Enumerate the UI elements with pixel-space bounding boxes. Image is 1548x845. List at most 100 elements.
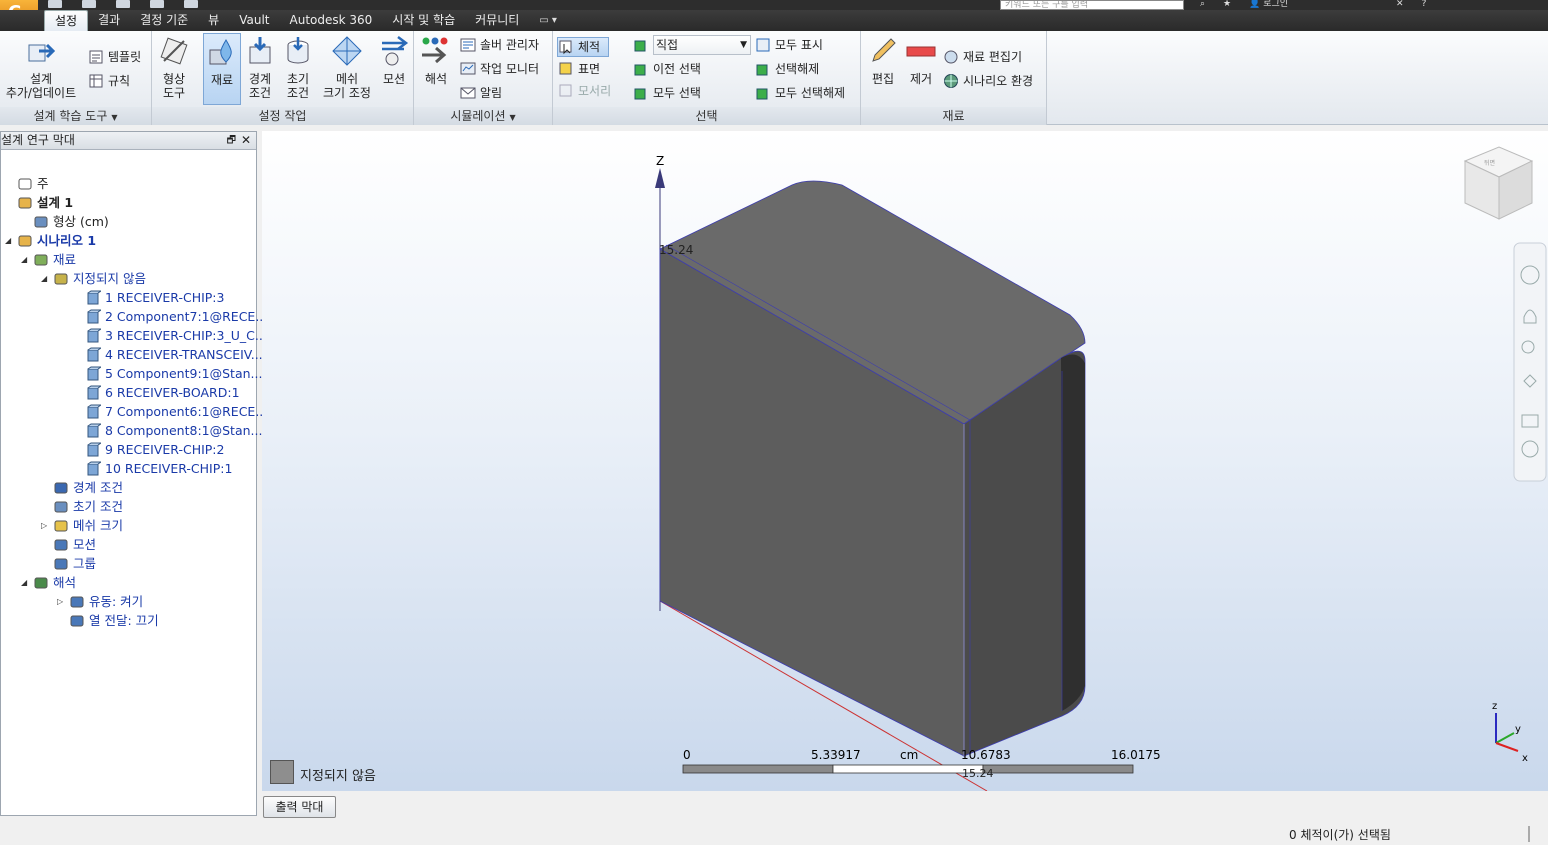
panel-title-learn[interactable]: 설계 학습 도구 ▼ xyxy=(0,107,151,125)
star-icon[interactable]: ★ xyxy=(1223,0,1231,9)
tree-node[interactable]: 1 RECEIVER-CHIP:3 xyxy=(73,288,224,307)
initial-conditions-button[interactable]: 초기 조건 xyxy=(280,33,316,100)
tree-node[interactable]: 그룹 xyxy=(41,554,96,573)
boundary-conditions-button[interactable]: 경계 조건 xyxy=(242,33,278,100)
help-icon[interactable]: ? xyxy=(1422,0,1427,9)
graphics-viewport[interactable]: Z 15.24 0 5.33917 cm 10.6783 16.0175 15.… xyxy=(262,131,1548,791)
tree-node[interactable]: 4 RECEIVER-TRANSCEIV... xyxy=(73,345,263,364)
new-icon[interactable] xyxy=(48,0,62,8)
initial-icon xyxy=(54,501,68,512)
panel-title-selection-label: 선택 xyxy=(695,109,718,123)
selection-mode-select[interactable]: 직접 ▼ xyxy=(653,35,751,55)
surface-select-icon xyxy=(559,62,572,75)
solver-manager-button[interactable]: 솔버 관리자 xyxy=(460,35,539,55)
open-icon[interactable] xyxy=(82,0,96,8)
design-study-bar: 설계 연구 막대 🗗 ✕ 주 설계 1 형상 (cm) ◢ 시나리오 1 ◢ 재료 ◢ 지정되지… xyxy=(0,131,267,816)
tree-node-label: 2 Component7:1@RECE... xyxy=(105,309,268,324)
tab-setup[interactable]: 설정 xyxy=(44,10,89,31)
help-search-input[interactable]: 키워드 또는 구를 입력 xyxy=(1000,0,1184,10)
previous-select-button[interactable]: 이전 선택 xyxy=(633,59,701,79)
edge-select-button[interactable]: 모서리 xyxy=(558,81,611,101)
tab-community[interactable]: 커뮤니티 xyxy=(465,10,529,31)
tree-node[interactable]: ▷ 메쉬 크기 xyxy=(41,516,123,535)
solve-button[interactable]: 해석 xyxy=(418,33,454,86)
notify-button[interactable]: 알림 xyxy=(460,83,502,103)
show-all-button[interactable]: 모두 표시 xyxy=(755,35,823,55)
tree-node[interactable]: 9 RECEIVER-CHIP:2 xyxy=(73,440,224,459)
scenario-icon xyxy=(18,235,32,246)
panel-title-simulation[interactable]: 시뮬레이션 ▼ xyxy=(414,107,552,125)
tree-node[interactable]: 주 xyxy=(5,174,49,193)
surface-select-button[interactable]: 표면 xyxy=(558,59,600,79)
float-window-icon[interactable]: 🗗 xyxy=(227,132,236,149)
select-all-label: 모두 선택 xyxy=(653,86,701,100)
user-login-button[interactable]: 👤 로그인 xyxy=(1249,0,1288,9)
tree-node[interactable]: ▷ 유동: 켜기 xyxy=(57,592,143,611)
collapse-icon[interactable]: ◢ xyxy=(5,231,13,250)
collapse-icon[interactable]: ◢ xyxy=(41,269,49,288)
collapse-icon[interactable]: ◢ xyxy=(21,573,29,592)
edit-material-button[interactable]: 편집 xyxy=(865,33,901,86)
tree-node[interactable]: ◢ 재료 xyxy=(21,250,76,269)
mesh-sizing-button[interactable]: 메쉬 크기 조정 xyxy=(318,33,376,100)
tab-get-started[interactable]: 시작 및 학습 xyxy=(382,10,465,31)
remove-material-button[interactable]: 제거 xyxy=(903,33,939,86)
search-icon[interactable]: ⌕ xyxy=(1200,0,1205,9)
triad-z-label: z xyxy=(1492,701,1497,712)
tab-view[interactable]: 뷰 xyxy=(198,10,229,31)
output-bar-button[interactable]: 출력 막대 xyxy=(263,796,336,818)
tree-node[interactable]: 3 RECEIVER-CHIP:3_U_C... xyxy=(73,326,267,345)
tree-node-label: 7 Component6:1@RECE... xyxy=(105,404,268,419)
material-editor-button[interactable]: 재료 편집기 xyxy=(943,47,1022,67)
motion-button[interactable]: 모션 xyxy=(376,33,412,86)
print-icon[interactable] xyxy=(184,0,198,8)
tree-node[interactable]: 열 전달: 끄기 xyxy=(57,611,159,630)
close-icon[interactable]: ✕ xyxy=(1396,0,1404,9)
tree-node[interactable]: 형상 (cm) xyxy=(21,212,109,231)
tab-results[interactable]: 결과 xyxy=(88,10,130,31)
group-icon xyxy=(54,558,68,569)
job-monitor-button[interactable]: 작업 모니터 xyxy=(460,59,539,79)
tree-node[interactable]: 2 Component7:1@RECE... xyxy=(73,307,267,326)
expand-icon[interactable]: ▷ xyxy=(41,516,49,535)
tab-decision-center[interactable]: 결정 기준 xyxy=(130,10,198,31)
tree-node[interactable]: 5 Component9:1@Stan... xyxy=(73,364,262,383)
template-button[interactable]: 템플릿 xyxy=(88,47,141,67)
tree-node[interactable]: 모션 xyxy=(41,535,96,554)
view-cube[interactable]: 뒤면 xyxy=(1463,146,1534,220)
resize-grip[interactable] xyxy=(1528,826,1530,842)
geometry-tools-button[interactable]: 형상 도구 xyxy=(154,33,194,100)
tree-node[interactable]: 경계 조건 xyxy=(41,478,123,497)
tree-node[interactable]: 10 RECEIVER-CHIP:1 xyxy=(73,459,232,478)
tree-node[interactable]: 설계 1 xyxy=(5,193,73,212)
expand-icon[interactable]: ▷ xyxy=(57,592,65,611)
model-canvas[interactable]: Z 15.24 0 5.33917 cm 10.6783 16.0175 15.… xyxy=(262,131,1548,791)
undo-icon[interactable] xyxy=(150,0,164,8)
tree-node[interactable]: 8 Component8:1@Stan... xyxy=(73,421,262,440)
ribbon-display-dropdown[interactable]: ▭ ▾ xyxy=(529,10,557,31)
volume-select-button[interactable]: 체적 xyxy=(557,37,610,57)
tree-node-label: 메쉬 크기 xyxy=(73,518,123,533)
job-monitor-label: 작업 모니터 xyxy=(480,62,540,76)
tab-autodesk-360[interactable]: Autodesk 360 xyxy=(280,10,383,31)
material-button[interactable]: 재료 xyxy=(203,33,241,105)
select-all-button[interactable]: 모두 선택 xyxy=(633,83,701,103)
tree-node[interactable]: 6 RECEIVER-BOARD:1 xyxy=(73,383,240,402)
template-label: 템플릿 xyxy=(108,50,142,64)
save-icon[interactable] xyxy=(116,0,130,8)
close-icon[interactable]: ✕ xyxy=(241,132,251,149)
tab-vault[interactable]: Vault xyxy=(229,10,279,31)
tree-node[interactable]: ◢ 해석 xyxy=(21,573,76,592)
tree-node[interactable]: 7 Component6:1@RECE... xyxy=(73,402,267,421)
tree-node[interactable]: 초기 조건 xyxy=(41,497,123,516)
rules-button[interactable]: 규칙 xyxy=(88,71,130,91)
dimension-label: 15.24 xyxy=(659,243,693,257)
panel-setup-tasks: 형상 도구 재료 경계 조건 초기 조건 메쉬 크기 조정 모션 설정 작업 xyxy=(152,31,414,125)
deselect-all-button[interactable]: 모두 선택해제 xyxy=(755,83,845,103)
add-update-design-button[interactable]: 설계 추가/업데이트 xyxy=(2,33,80,100)
tree-node[interactable]: ◢ 시나리오 1 xyxy=(5,231,96,250)
scenario-environment-button[interactable]: 시나리오 환경 xyxy=(943,71,1033,91)
collapse-icon[interactable]: ◢ xyxy=(21,250,29,269)
deselect-button[interactable]: 선택해제 xyxy=(755,59,819,79)
tree-node[interactable]: ◢ 지정되지 않음 xyxy=(41,269,146,288)
